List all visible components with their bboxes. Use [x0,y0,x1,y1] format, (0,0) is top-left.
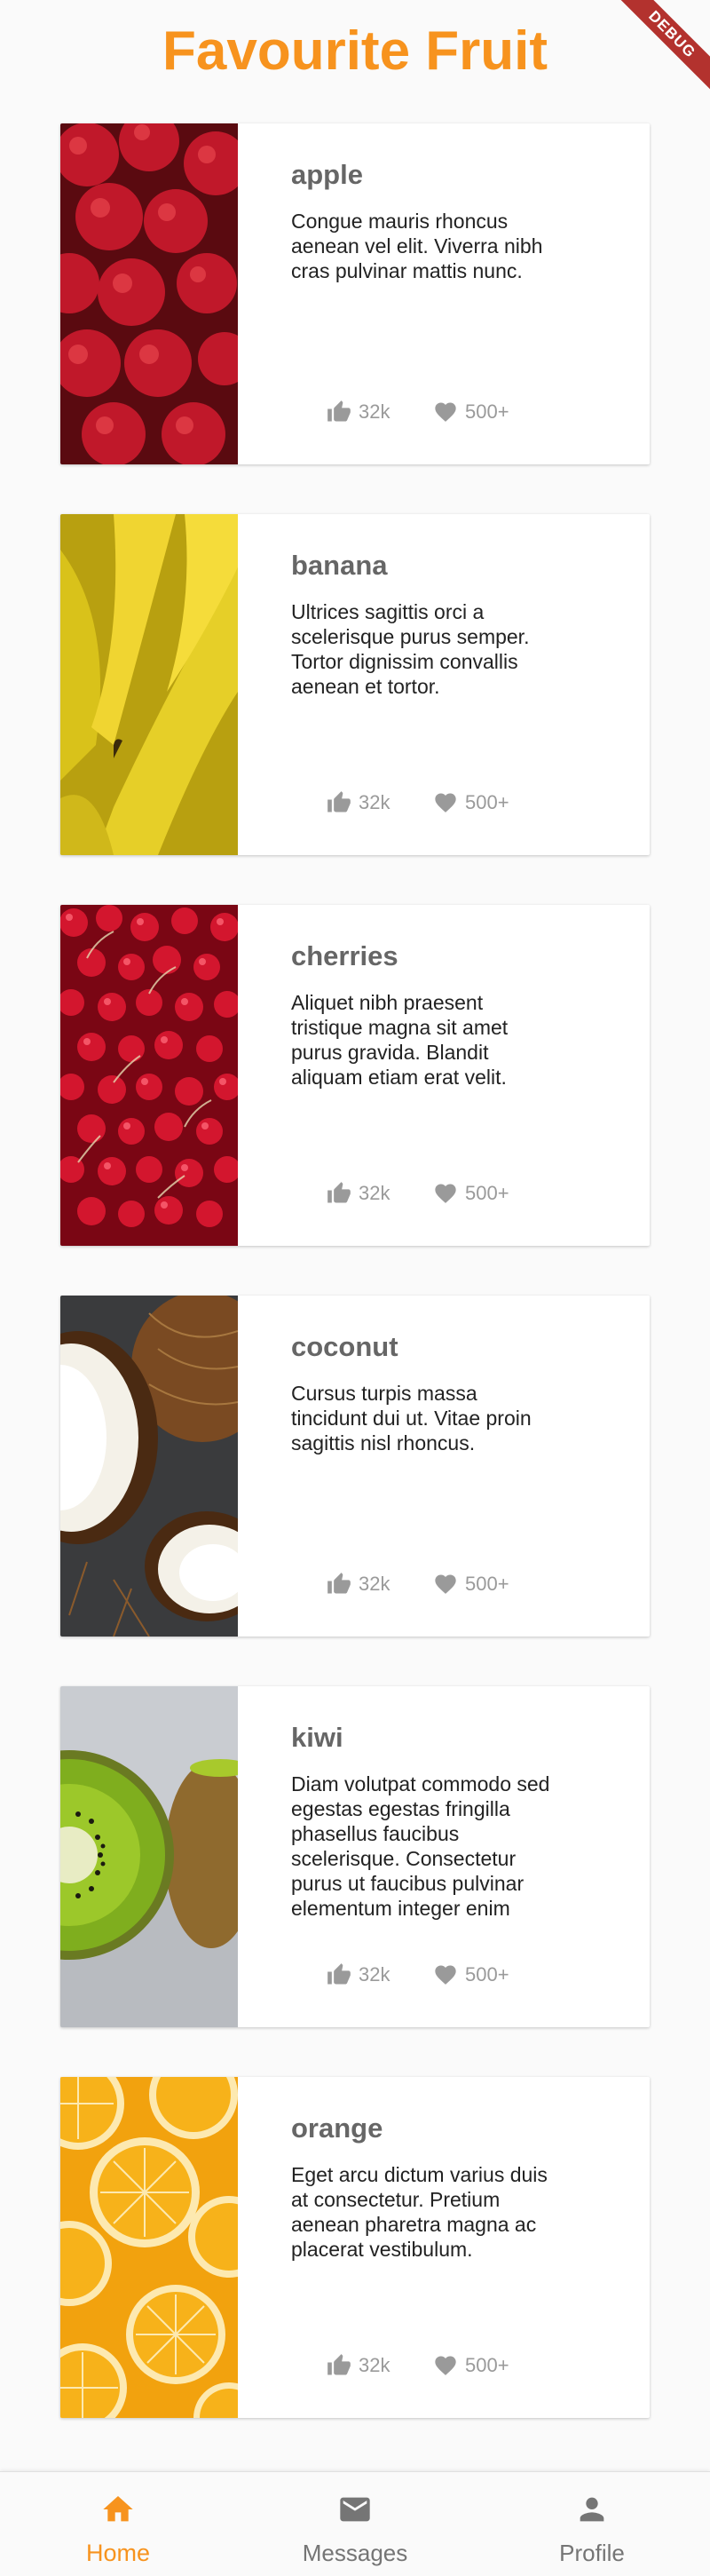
fruit-card-kiwi[interactable]: kiwi Diam volutpat commodo sed egestas e… [60,1686,650,2027]
favorite-stat[interactable]: 500+ [433,1571,509,1597]
fruit-card-banana[interactable]: banana Ultrices sagittis orci a sceleris… [60,514,650,855]
heart-icon [435,2356,456,2375]
favorite-count: 500+ [465,1963,509,1986]
card-description: Aliquet nibh praesent tristique magna si… [291,991,509,1089]
like-stat[interactable]: 32k [327,1571,390,1597]
like-count: 32k [359,1963,390,1986]
favorite-stat[interactable]: 500+ [433,1180,509,1207]
card-description: Diam volutpat commodo sed egestas egesta… [291,1772,550,1920]
like-count: 32k [359,2354,390,2376]
thumb-up-icon [327,791,351,812]
thumb-up-icon [327,2354,351,2375]
like-stat[interactable]: 32k [327,2352,390,2379]
nav-item-messages[interactable]: Messages [237,2472,473,2576]
favorite-count: 500+ [465,2354,509,2376]
app-title: Favourite Fruit [162,20,548,82]
like-stat[interactable]: 32k [327,1962,390,1988]
heart-icon [435,402,456,422]
card-title: coconut [291,1331,398,1362]
orange-image [60,2077,238,2418]
kiwi-image [60,1686,238,2027]
fruit-card-orange[interactable]: orange Eget arcu dictum varius duis at c… [60,2077,650,2418]
like-stat[interactable]: 32k [327,399,390,425]
bottom-navigation-bar: Home Messages Profile [0,2471,710,2576]
like-stat[interactable]: 32k [327,789,390,816]
card-description: Congue mauris rhoncus aenean vel elit. V… [291,210,543,282]
thumb-up-icon [327,1963,351,1985]
card-title: banana [291,550,388,581]
nav-item-home[interactable]: Home [0,2472,236,2576]
favorite-stat[interactable]: 500+ [433,2352,509,2379]
thumb-up-icon [327,400,351,422]
card-description: Ultrices sagittis orci a scelerisque pur… [291,600,530,698]
card-title: orange [291,2112,383,2144]
card-title: cherries [291,940,398,971]
person-icon [580,2497,604,2522]
apple-image [60,123,238,464]
thumb-up-icon [327,1573,351,1594]
coconut-image [60,1296,238,1637]
heart-icon [435,1184,456,1203]
like-count: 32k [359,791,390,813]
nav-label-home: Home [85,2540,151,2566]
thumb-up-icon [327,1182,351,1203]
nav-label-profile: Profile [559,2540,625,2566]
heart-icon [435,1574,456,1594]
banana-image [60,514,238,855]
home-icon [103,2496,133,2522]
card-title: kiwi [291,1722,343,1753]
like-count: 32k [359,400,390,423]
favorite-count: 500+ [465,791,509,813]
heart-icon [435,1965,456,1985]
mail-icon [340,2497,370,2522]
favorite-count: 500+ [465,1573,509,1595]
fruit-card-cherries[interactable]: cherries Aliquet nibh praesent tristique… [60,905,650,1246]
card-description: Cursus turpis massa tincidunt dui ut. Vi… [291,1382,532,1454]
cherries-image [60,905,238,1246]
fruit-card-coconut[interactable]: coconut Cursus turpis massa tincidunt du… [60,1296,650,1637]
like-stat[interactable]: 32k [327,1180,390,1207]
favorite-stat[interactable]: 500+ [433,1962,509,1988]
favorite-stat[interactable]: 500+ [433,789,509,816]
fruit-card-apple[interactable]: apple Congue mauris rhoncus aenean vel e… [60,123,650,464]
nav-label-messages: Messages [302,2540,408,2566]
card-description: Eget arcu dictum varius duis at consecte… [291,2163,548,2261]
nav-item-profile[interactable]: Profile [474,2472,710,2576]
favorite-stat[interactable]: 500+ [433,399,509,425]
favorite-count: 500+ [465,1182,509,1204]
card-title: apple [291,159,363,190]
heart-icon [435,793,456,812]
like-count: 32k [359,1573,390,1595]
favorite-count: 500+ [465,400,509,423]
like-count: 32k [359,1182,390,1204]
